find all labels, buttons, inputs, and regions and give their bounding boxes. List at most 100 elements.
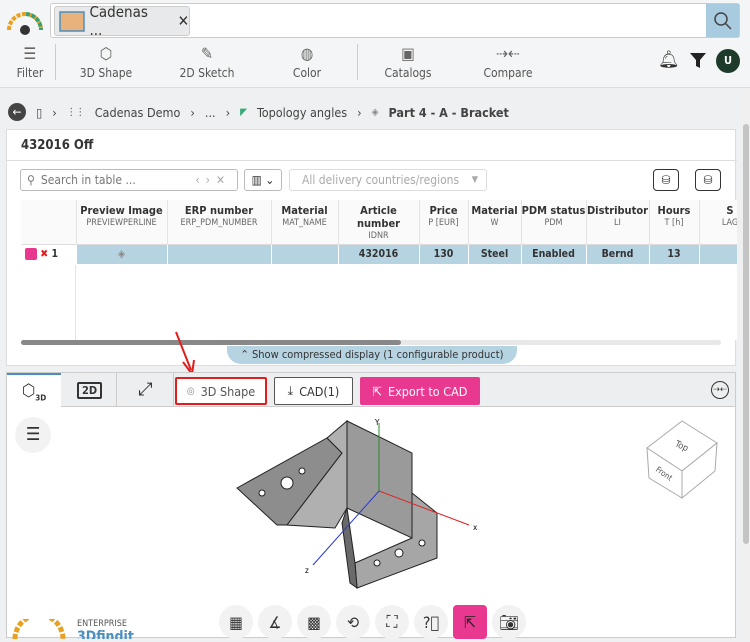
tab-3d[interactable]: ⬡3D — [7, 373, 61, 408]
row-index: 1 — [51, 248, 59, 261]
back-icon[interactable]: ← — [8, 103, 26, 121]
row-header — [21, 200, 77, 244]
axis-x-label: x — [473, 523, 478, 532]
search-chip[interactable]: Cadenas ... ✕ — [54, 3, 190, 39]
database-export-button[interactable]: ⛁ — [695, 169, 721, 191]
part-icon: ◈ — [371, 106, 379, 118]
column-label: Distributor — [586, 204, 649, 217]
column-label: PDM status — [521, 204, 586, 217]
fit-view-button[interactable]: ⛶ — [375, 605, 409, 639]
table-cell: 130 — [419, 244, 469, 264]
column-label: S — [726, 204, 734, 217]
tab-2d[interactable]: 2D — [63, 373, 117, 407]
view-cube[interactable]: Top Front — [637, 413, 727, 503]
2d-sketch-button[interactable]: ✎ 2D Sketch — [172, 44, 242, 80]
measure-button[interactable]: ∡ — [258, 605, 292, 639]
column-header[interactable]: S LAG — [699, 200, 737, 244]
breadcrumb-item[interactable]: Cadenas Demo — [95, 105, 181, 120]
column-chooser-button[interactable]: ▥ ⌄ — [244, 169, 282, 191]
measure-icon: ∡ — [268, 612, 282, 632]
rotate-button[interactable]: ⟲ — [336, 605, 370, 639]
table-cell: Bernd — [586, 244, 650, 264]
table-row[interactable]: ✖ 1 ◈ 432016 130 Steel Enabled Bernd 13 — [21, 244, 737, 264]
column-header[interactable]: Hours T [h] — [649, 200, 700, 244]
label: Color — [292, 66, 322, 80]
axis-z-label: z — [305, 566, 309, 575]
breadcrumb-item[interactable]: ... — [205, 105, 216, 120]
3d-shape-button[interactable]: ◎ 3D Shape — [175, 377, 267, 405]
bell-icon[interactable]: 🔔︎ — [658, 50, 680, 70]
3d-model-bracket: Y x z — [236, 418, 478, 590]
table-search-input[interactable]: ⚲ Search in table ... ‹›✕ — [20, 169, 238, 191]
horizontal-scrollbar[interactable] — [21, 340, 721, 345]
cad-download-button[interactable]: ⤓ CAD(1) — [274, 377, 353, 405]
label: Compare — [483, 66, 533, 80]
column-label: Price — [429, 204, 458, 217]
filter-button[interactable]: ☰ Filter — [12, 44, 48, 80]
chevron-icon: › — [357, 104, 362, 120]
shape-icon: ◎ — [186, 385, 195, 397]
collapse-icon[interactable]: ⇢⇠ — [711, 381, 729, 399]
tree-icon: ⋮⋮ — [66, 106, 85, 118]
avatar[interactable]: U — [716, 49, 740, 73]
column-header[interactable]: ERP number ERP_PDM_NUMBER — [167, 200, 272, 244]
catalogs-button[interactable]: ▣ Catalogs — [380, 44, 436, 80]
region-select[interactable]: All delivery countries/regions ▼ — [289, 169, 487, 191]
column-header[interactable]: Material MAT_NAME — [271, 200, 339, 244]
3d-shape-button[interactable]: ⬡ 3D Shape — [70, 44, 142, 80]
column-key: PREVIEWPERLINE — [86, 218, 157, 228]
help-icon: ?⃝ — [422, 612, 440, 632]
sliders-icon: ☰ — [23, 44, 37, 63]
list-icon: ☰ — [25, 424, 41, 445]
compare-button[interactable]: ⇢⇠ Compare — [480, 44, 536, 80]
column-header[interactable]: Distributor LI — [586, 200, 650, 244]
column-key: MAT_NAME — [282, 218, 327, 228]
delete-icon[interactable]: ✖ — [40, 248, 48, 260]
wireframe-button[interactable]: ▦ — [219, 605, 253, 639]
column-header[interactable]: Material W — [468, 200, 522, 244]
home-icon[interactable]: ▯ — [36, 105, 42, 120]
button-label: CAD(1) — [299, 383, 340, 399]
close-icon[interactable]: ✕ — [178, 12, 189, 30]
tab-dimensions[interactable]: ⤢ — [118, 373, 174, 407]
color-button[interactable]: ◍ Color — [285, 44, 329, 80]
row-gutter — [21, 265, 76, 340]
button-label: 3D Shape — [200, 383, 256, 399]
download-icon: ⤓ — [287, 383, 294, 398]
column-key: T [h] — [664, 218, 684, 228]
brand-logo: ENTERPRISE 3Dfindit — [11, 612, 134, 642]
shaded-button[interactable]: ▩ — [297, 605, 331, 639]
cad-icon[interactable] — [25, 248, 37, 261]
list-menu-button[interactable]: ☰ — [15, 417, 51, 453]
column-key: LI — [614, 218, 621, 228]
divider — [357, 44, 358, 80]
search-bar[interactable]: Cadenas ... ✕ — [50, 3, 740, 39]
divider — [7, 160, 737, 161]
search-icon — [713, 11, 732, 30]
column-header[interactable]: Preview Image PREVIEWPERLINE — [76, 200, 168, 244]
export-cad-button[interactable]: ⇱ — [453, 605, 487, 639]
column-header[interactable]: Price P [EUR] — [419, 200, 469, 244]
palette-icon: ◍ — [300, 44, 314, 63]
camera-icon: 📷︎ — [498, 612, 520, 632]
search-icon: ⚲ — [27, 173, 35, 187]
breadcrumb-item[interactable]: Topology angles — [257, 105, 347, 120]
show-compressed-toggle[interactable]: ⌃ Show compressed display (1 configurabl… — [227, 346, 517, 364]
database-settings-button[interactable]: ⛁ — [653, 169, 679, 191]
column-header[interactable]: Article number IDNR — [338, 200, 420, 244]
divider — [55, 44, 56, 80]
row-controls: ✖ 1 — [21, 244, 77, 264]
chevron-icon: › — [225, 104, 231, 120]
export-to-cad-button[interactable]: ⇱ Export to CAD — [360, 377, 480, 405]
folder-icon — [59, 11, 85, 32]
search-nav-icons[interactable]: ‹›✕ — [195, 173, 231, 187]
search-button[interactable] — [706, 4, 739, 37]
page-scrollbar[interactable] — [742, 88, 750, 638]
column-label: Preview Image — [80, 204, 163, 217]
column-header[interactable]: PDM status PDM — [521, 200, 587, 244]
screenshot-button[interactable]: 📷︎ — [492, 605, 526, 639]
help-button[interactable]: ?⃝ — [414, 605, 448, 639]
app-logo-icon[interactable] — [6, 10, 44, 36]
pencil-icon: ✎ — [200, 44, 214, 63]
funnel-icon[interactable] — [689, 51, 707, 69]
